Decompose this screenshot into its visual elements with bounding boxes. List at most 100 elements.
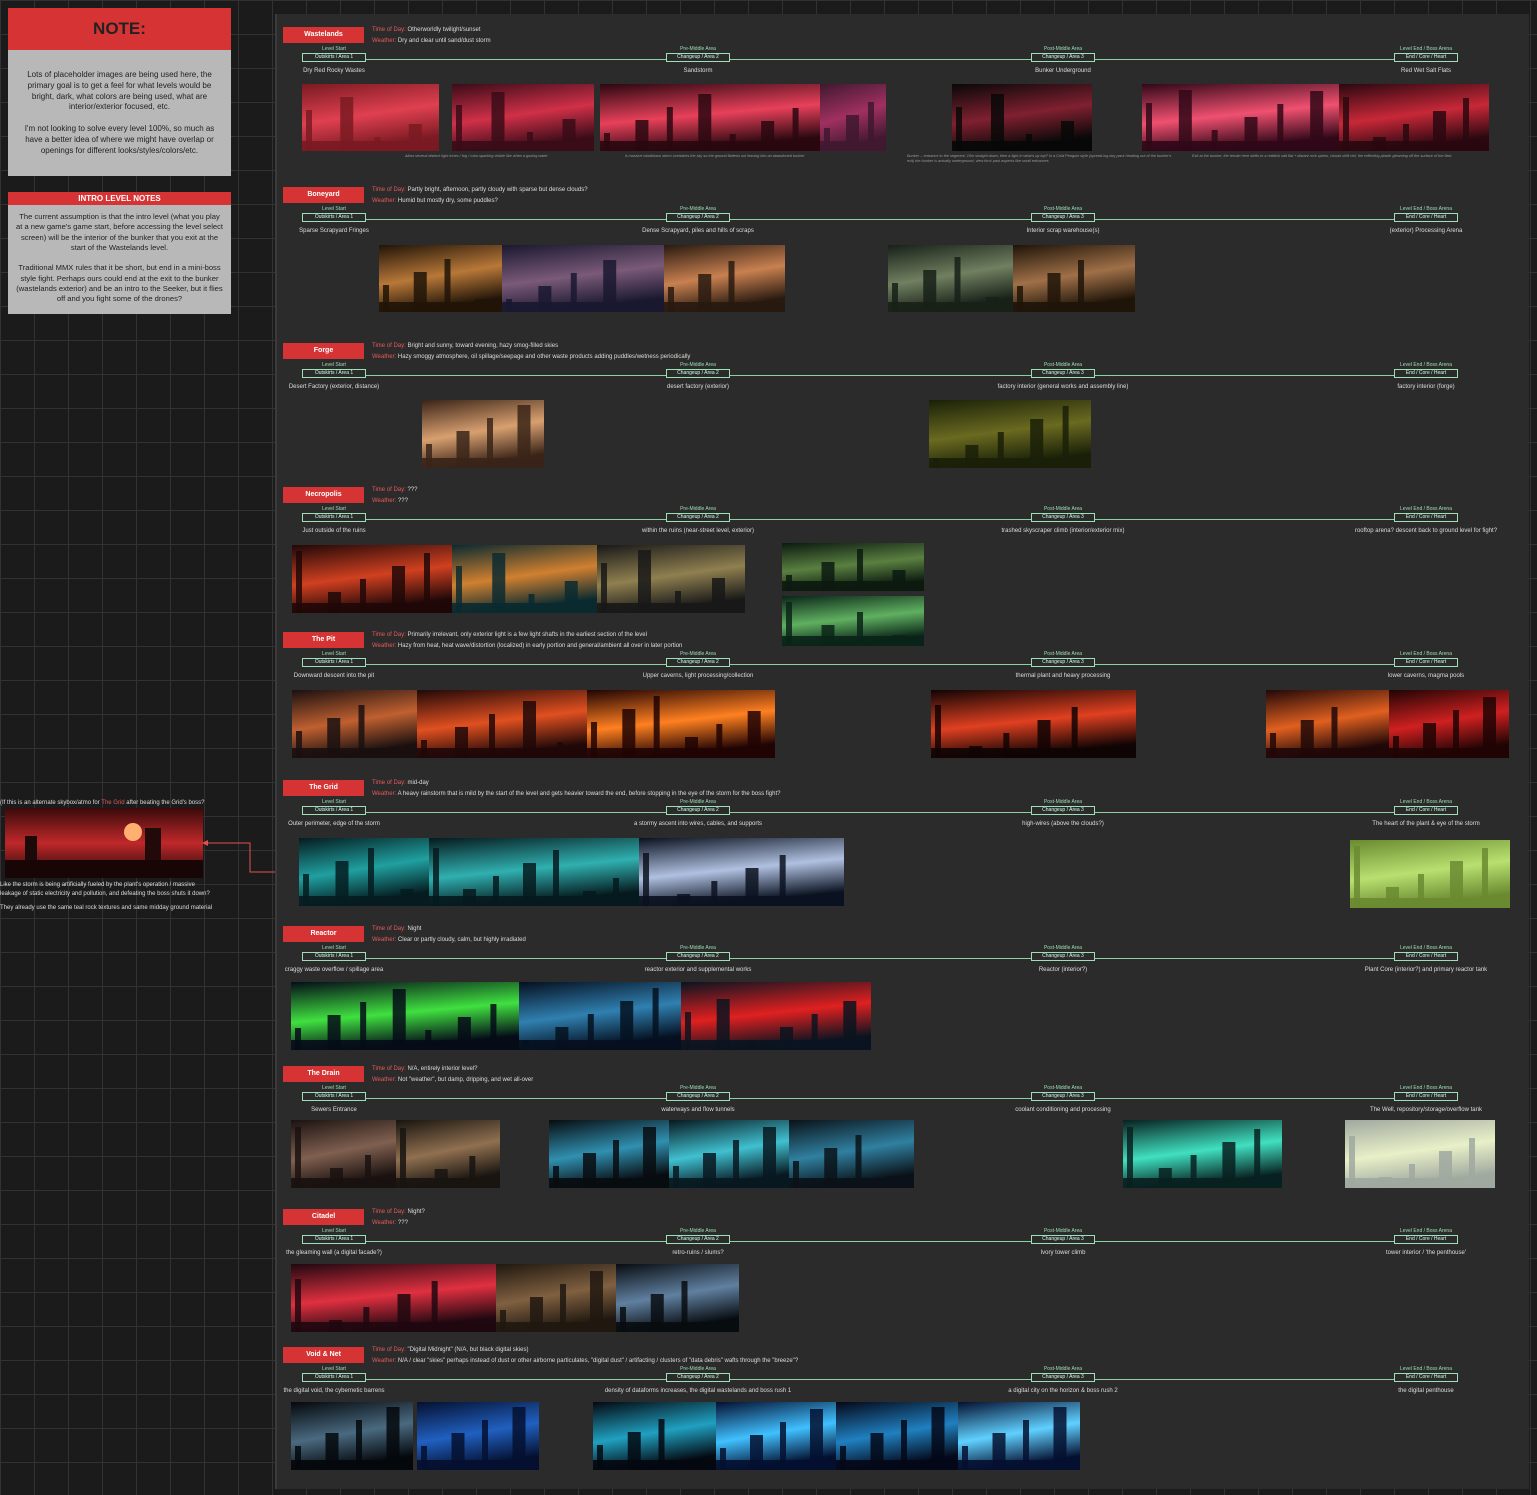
timeline-stage: Post-Middle Area Changeup / Area 3 [1031, 651, 1095, 667]
grid-alt-question-red: The Grid [101, 800, 125, 806]
stage-area-box: Changeup / Area 2 [666, 513, 730, 522]
level-name-button[interactable]: Forge [283, 343, 364, 359]
stage-description: trashed skyscraper climb (interior/exter… [1001, 528, 1125, 534]
stage-area-box: Changeup / Area 2 [666, 53, 730, 62]
stage-area-box: Outskirts / Area 1 [302, 369, 366, 378]
stage-description: Reactor (interior?) [1038, 967, 1088, 973]
stage-label: Level End / Boss Arena [1400, 799, 1452, 805]
level-section: Wastelands Time of Day: Otherworldly twil… [277, 20, 1529, 74]
level-section: Citadel Time of Day: Night? Weather: ??? Le… [277, 1202, 1529, 1256]
timeline-connector [366, 958, 666, 959]
time-of-day-label: Time of Day: [372, 1209, 406, 1215]
level-section: Necropolis Time of Day: ??? Weather: ??? Le… [277, 480, 1529, 534]
stage-description: the digital penthouse [1398, 1388, 1454, 1394]
timeline-stage: Level Start Outskirts / Area 1 [302, 46, 366, 62]
level-name-button[interactable]: Void & Net [283, 1347, 364, 1363]
reference-image [291, 1120, 396, 1188]
weather-label: Weather: [372, 354, 397, 360]
timeline-stage: Pre-Middle Area Changeup / Area 2 [666, 651, 730, 667]
timeline-stage: Level Start Outskirts / Area 1 [302, 506, 366, 522]
stage-label: Post-Middle Area [1043, 1228, 1083, 1234]
stage-description: thermal plant and heavy processing [1015, 673, 1111, 679]
weather-value: Hazy from heat, heat wave/distortion (lo… [397, 643, 683, 649]
timeline-stage: Post-Middle Area Changeup / Area 3 [1031, 362, 1095, 378]
level-name-button[interactable]: The Drain [283, 1066, 364, 1082]
timeline-stage: Level End / Boss Arena End / Core / Heart [1394, 206, 1458, 222]
timeline-connector [730, 664, 1031, 665]
reference-image [291, 1402, 413, 1470]
timeline-connector [366, 812, 666, 813]
timeline-stage: Post-Middle Area Changeup / Area 3 [1031, 46, 1095, 62]
level-name-button[interactable]: The Grid [283, 780, 364, 796]
reference-image [669, 1120, 789, 1188]
stage-area-box: Changeup / Area 2 [666, 369, 730, 378]
stage-description: coolant conditioning and processing [1015, 1107, 1111, 1113]
reference-image [664, 245, 785, 312]
reference-image [292, 690, 417, 758]
timeline-connector [1095, 664, 1394, 665]
time-of-day: Time of Day: "Digital Midnight" (N/A, bu… [372, 1347, 528, 1353]
stage-label: Pre-Middle Area [680, 1366, 716, 1372]
level-section: Boneyard Time of Day: Partly bright, afte… [277, 180, 1529, 234]
stage-description: factory interior (general works and asse… [997, 384, 1129, 390]
weather-label: Weather: [372, 1358, 397, 1364]
timeline-stage: Pre-Middle Area Changeup / Area 2 [666, 362, 730, 378]
stage-description: Downward descent into the pit [293, 673, 375, 679]
level-name-button[interactable]: Wastelands [283, 27, 364, 43]
stage-area-box: Changeup / Area 2 [666, 213, 730, 222]
stage-area-box: Outskirts / Area 1 [302, 1235, 366, 1244]
reference-image [292, 545, 452, 613]
time-of-day-label: Time of Day: [372, 343, 406, 349]
stage-description: Desert Factory (exterior, distance) [288, 384, 380, 390]
time-of-day-value: "Digital Midnight" (N/A, but black digit… [407, 1347, 529, 1353]
reference-image [519, 982, 681, 1050]
stage-area-box: Outskirts / Area 1 [302, 213, 366, 222]
stage-description: reactor exterior and supplemental works [644, 967, 752, 973]
stage-area-box: Outskirts / Area 1 [302, 1092, 366, 1101]
stage-area-box: Changeup / Area 3 [1031, 369, 1095, 378]
weather: Weather: N/A / clear "skies" perhaps ins… [372, 1358, 798, 1364]
stage-label: Post-Middle Area [1043, 1366, 1083, 1372]
stage-description: The Well, repository/storage/overflow ta… [1370, 1107, 1482, 1113]
level-name-button[interactable]: The Pit [283, 632, 364, 648]
timeline-connector [730, 219, 1031, 220]
stage-area-box: Outskirts / Area 1 [302, 53, 366, 62]
level-name-button[interactable]: Reactor [283, 926, 364, 942]
reference-image [417, 690, 587, 758]
stage-description: craggy waste overflow / spillage area [284, 967, 384, 973]
time-of-day: Time of Day: Otherworldly twilight/sunse… [372, 27, 481, 33]
reference-image [716, 1402, 836, 1470]
weather: Weather: Clear or partly cloudy, calm, b… [372, 937, 526, 943]
weather-value: A heavy rainstorm that is mild by the st… [397, 791, 781, 797]
stage-description: (exterior) Processing Arena [1389, 228, 1463, 234]
reference-image [291, 1264, 496, 1332]
timeline-stage: Level End / Boss Arena End / Core / Heart [1394, 506, 1458, 522]
timeline-connector [1095, 375, 1394, 376]
time-of-day-label: Time of Day: [372, 1066, 406, 1072]
timeline-stage: Post-Middle Area Changeup / Area 3 [1031, 506, 1095, 522]
stage-label: Level End / Boss Arena [1400, 1228, 1452, 1234]
time-of-day-value: mid-day [407, 780, 429, 786]
time-of-day-label: Time of Day: [372, 187, 406, 193]
stage-area-box: Changeup / Area 3 [1031, 53, 1095, 62]
weather-label: Weather: [372, 498, 397, 504]
timeline-connector [366, 1379, 666, 1380]
level-name-button[interactable]: Necropolis [283, 487, 364, 503]
stage-description: tower interior / 'the penthouse' [1385, 1250, 1466, 1256]
weather-label: Weather: [372, 198, 397, 204]
stage-description: Outer perimeter, edge of the storm [288, 821, 380, 827]
reference-image [958, 1402, 1080, 1470]
timeline-stage: Level End / Boss Arena End / Core / Heart [1394, 651, 1458, 667]
reference-image [1013, 245, 1135, 312]
stage-label: Pre-Middle Area [680, 362, 716, 368]
timeline-connector [1095, 958, 1394, 959]
reference-image [299, 838, 429, 906]
time-of-day-label: Time of Day: [372, 632, 406, 638]
stage-label: Pre-Middle Area [680, 651, 716, 657]
stage-label: Post-Middle Area [1043, 506, 1083, 512]
level-name-button[interactable]: Boneyard [283, 187, 364, 203]
image-caption: Bunker -- entrance to the segment, 10m s… [907, 154, 1172, 163]
level-name-button[interactable]: Citadel [283, 1209, 364, 1225]
weather-label: Weather: [372, 791, 397, 797]
weather-value: ??? [397, 498, 408, 504]
